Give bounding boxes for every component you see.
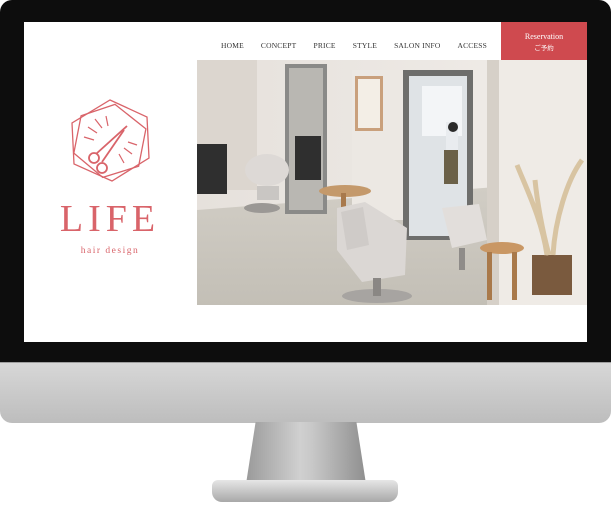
- salon-photo: [197, 60, 587, 305]
- nav-salon-info[interactable]: SALON INFO: [394, 41, 440, 50]
- logo-tagline: hair design: [80, 246, 140, 256]
- logo-wordmark: LIFE: [59, 198, 161, 240]
- nav-concept[interactable]: CONCEPT: [261, 41, 297, 50]
- monitor-stand-base: [212, 480, 398, 502]
- nav-price[interactable]: PRICE: [313, 41, 335, 50]
- reservation-label: Reservation: [524, 32, 564, 41]
- reservation-button[interactable]: Reservation ご予約: [501, 22, 587, 60]
- monitor-stand-neck: [246, 422, 366, 484]
- nav-style[interactable]: STYLE: [353, 41, 377, 50]
- site-navbar: HOME CONCEPT PRICE STYLE SALON INFO ACCE…: [24, 22, 587, 60]
- nav-home[interactable]: HOME: [221, 41, 244, 50]
- monitor-chin: [0, 362, 611, 423]
- website-screen: HOME CONCEPT PRICE STYLE SALON INFO ACCE…: [24, 22, 587, 342]
- reservation-label-jp: ご予約: [534, 44, 554, 52]
- nav-menu: HOME CONCEPT PRICE STYLE SALON INFO ACCE…: [221, 41, 487, 50]
- hero-photo-salon-interior: [197, 60, 587, 305]
- scissors-icon: [71, 99, 150, 182]
- site-logo[interactable]: LIFE hair design: [24, 92, 196, 282]
- nav-access[interactable]: ACCESS: [457, 41, 487, 50]
